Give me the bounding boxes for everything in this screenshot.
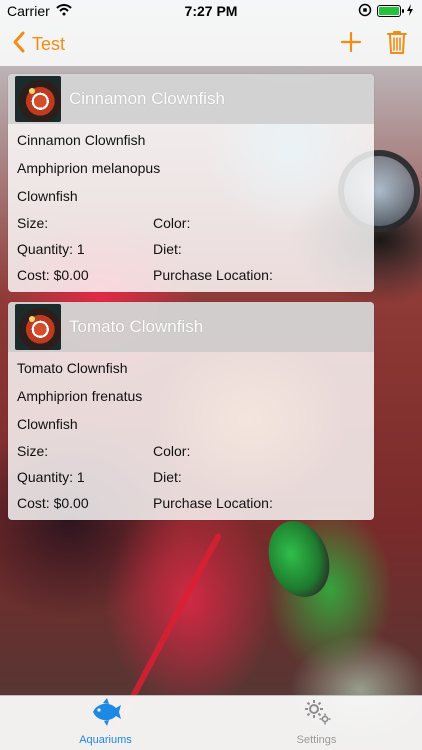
chevron-left-icon — [12, 30, 26, 59]
add-button[interactable] — [340, 31, 362, 58]
fish-card[interactable]: Tomato Clownfish Tomato Clownfish Amphip… — [8, 302, 374, 520]
charging-icon — [406, 3, 414, 19]
fish-size: Size: — [17, 443, 49, 459]
tab-settings[interactable]: Settings — [257, 697, 377, 746]
fish-quantity: Quantity: 1 — [17, 241, 85, 257]
fish-icon — [89, 697, 123, 732]
fish-category: Clownfish — [17, 416, 78, 432]
nav-actions — [340, 29, 422, 60]
fish-cost: Cost: $0.00 — [17, 495, 89, 511]
delete-button[interactable] — [386, 29, 408, 60]
gear-icon — [302, 697, 332, 732]
fish-size: Size: — [17, 215, 49, 231]
fish-card-body: Tomato Clownfish Amphiprion frenatus Clo… — [8, 352, 374, 520]
fish-diet: Diet: — [153, 241, 182, 257]
navigation-bar: Test — [0, 22, 422, 66]
battery-icon — [377, 5, 404, 17]
fish-card-title: Tomato Clownfish — [69, 317, 204, 336]
status-right — [358, 3, 422, 20]
fish-purchase-location: Purchase Location: — [153, 267, 273, 283]
fish-scientific-name: Amphiprion melanopus — [17, 160, 161, 176]
fish-thumbnail — [15, 304, 61, 350]
fish-card-title: Cinnamon Clownfish — [69, 89, 225, 108]
fish-color: Color: — [153, 443, 191, 459]
fish-category: Clownfish — [17, 188, 78, 204]
fish-card-header: Cinnamon Clownfish — [8, 74, 374, 124]
carrier-label: Carrier — [7, 3, 50, 19]
fish-color: Color: — [153, 215, 191, 231]
bg-green-shape — [258, 512, 340, 606]
plus-icon — [340, 31, 362, 57]
fish-common-name: Cinnamon Clownfish — [17, 132, 146, 148]
fish-details-grid: Size: Color: Quantity: 1 Diet: Cost: $0.… — [17, 216, 365, 282]
tab-label-settings: Settings — [296, 734, 337, 746]
tab-bar: Aquariums Settings — [0, 695, 422, 750]
fish-card-header: Tomato Clownfish — [8, 302, 374, 352]
wifi-icon — [56, 3, 72, 19]
status-left: Carrier — [0, 3, 72, 19]
fish-common-name: Tomato Clownfish — [17, 360, 128, 376]
fish-thumbnail — [15, 76, 61, 122]
back-label: Test — [32, 33, 66, 54]
rotation-lock-icon — [358, 3, 372, 20]
tab-label-aquariums: Aquariums — [79, 734, 132, 746]
fish-cost: Cost: $0.00 — [17, 267, 89, 283]
fish-quantity: Quantity: 1 — [17, 469, 85, 485]
fish-scientific-name: Amphiprion frenatus — [17, 388, 143, 404]
fish-purchase-location: Purchase Location: — [153, 495, 273, 511]
fish-card-body: Cinnamon Clownfish Amphiprion melanopus … — [8, 124, 374, 292]
fish-diet: Diet: — [153, 469, 182, 485]
fish-card[interactable]: Cinnamon Clownfish Cinnamon Clownfish Am… — [8, 74, 374, 292]
trash-icon — [386, 30, 408, 59]
fish-details-grid: Size: Color: Quantity: 1 Diet: Cost: $0.… — [17, 444, 365, 510]
tab-aquariums[interactable]: Aquariums — [46, 697, 166, 746]
status-bar: Carrier 7:27 PM — [0, 0, 422, 22]
back-button[interactable]: Test — [0, 30, 65, 59]
